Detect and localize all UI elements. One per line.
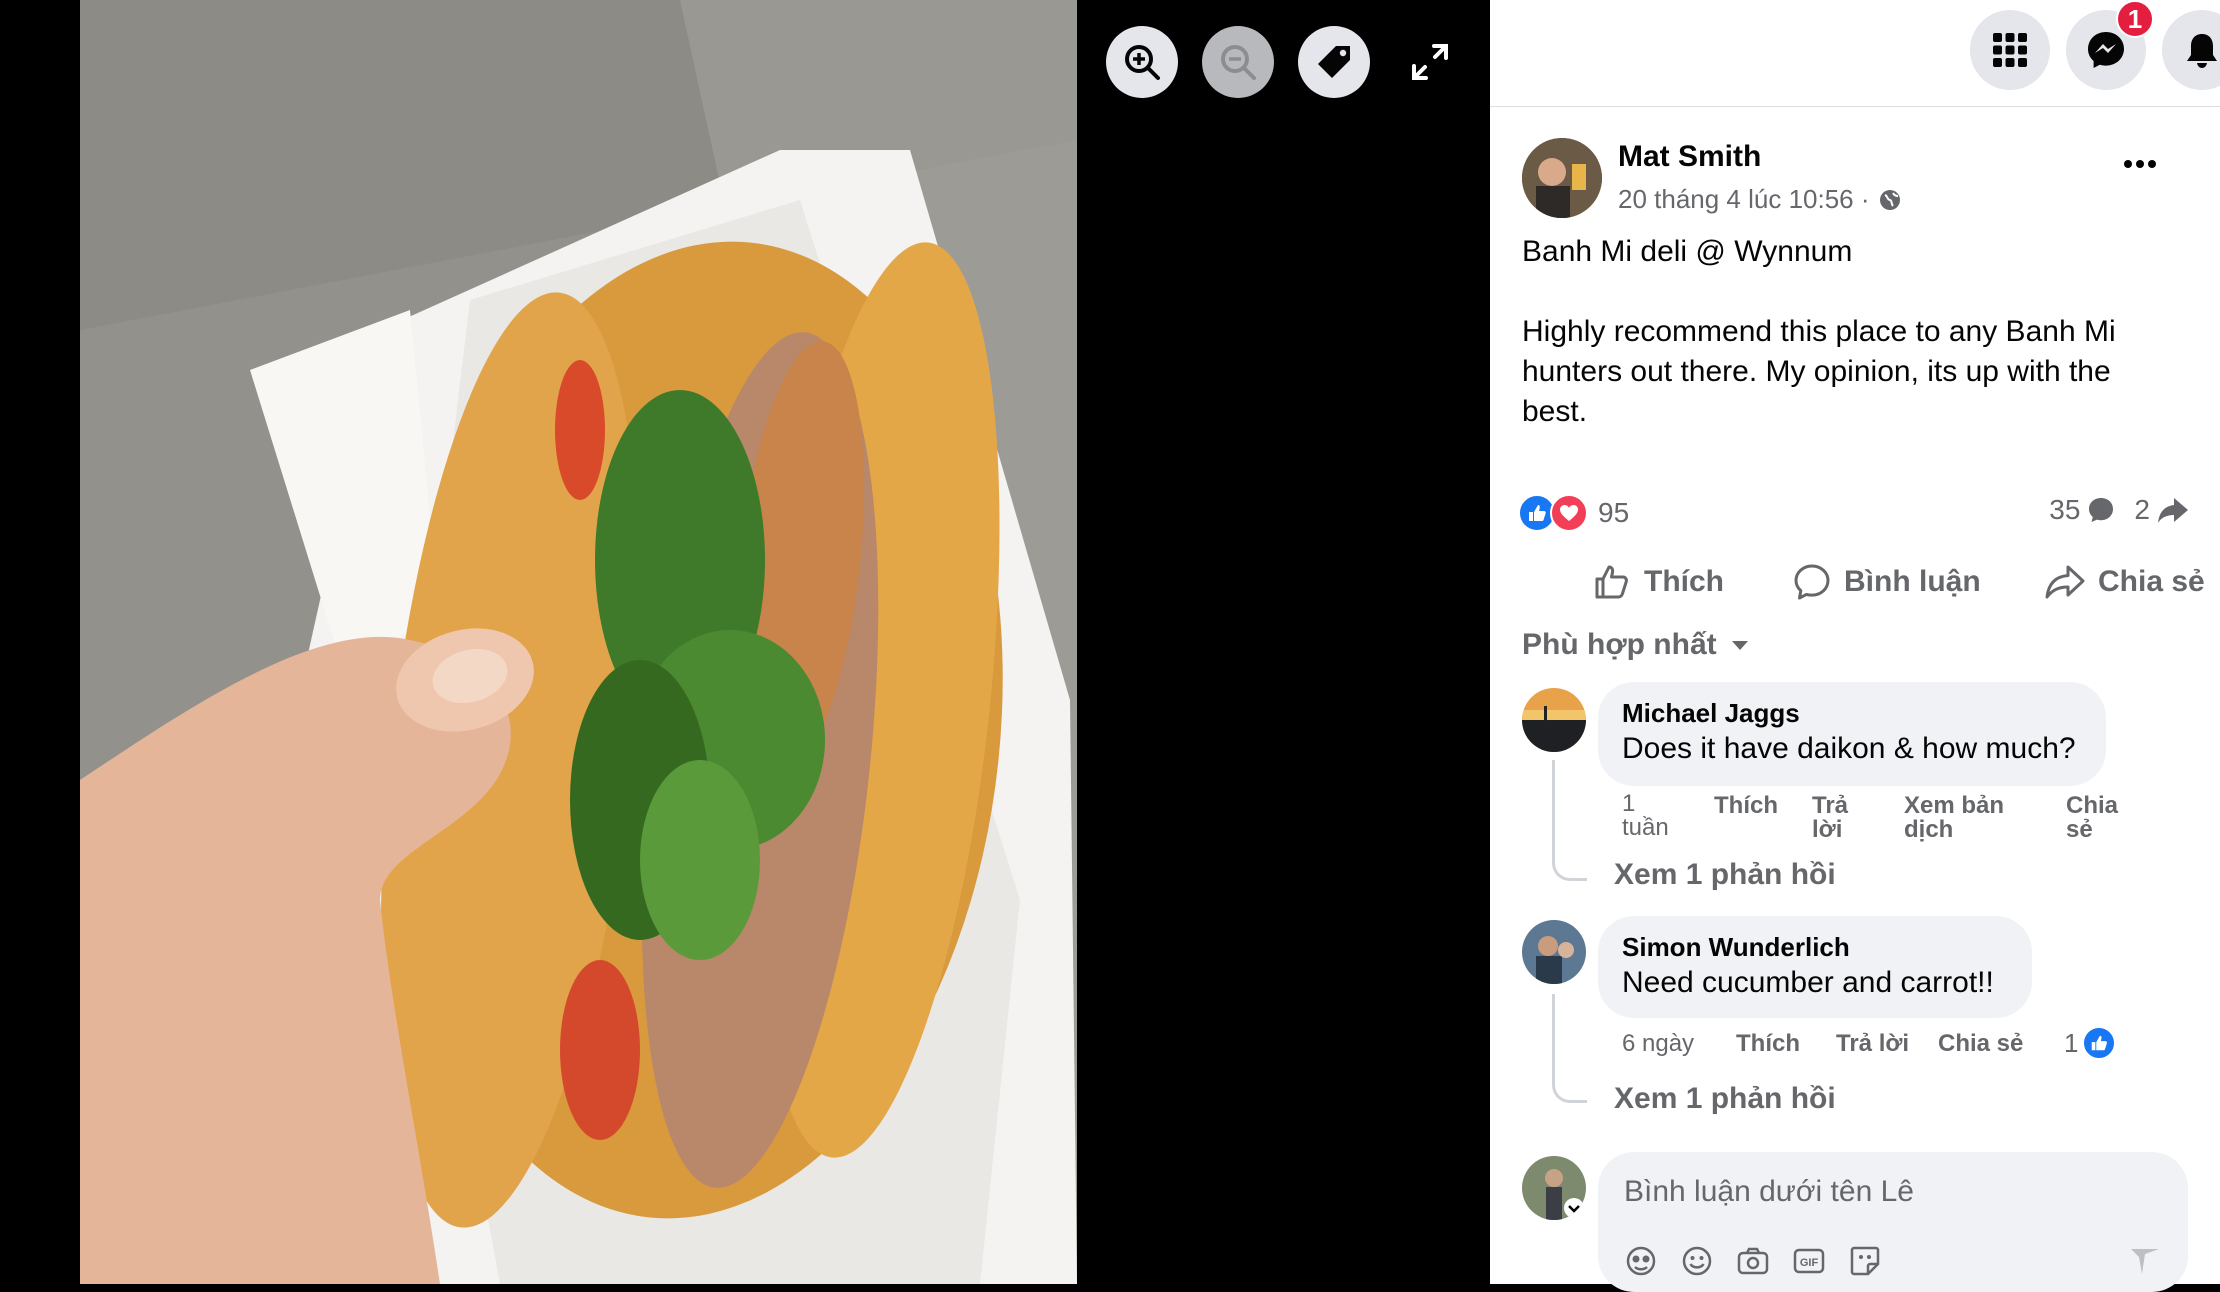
comment-count-value: 35 [2049,494,2081,525]
reply-thread-line [1552,760,1587,881]
post-body: Banh Mi deli @ Wynnum Highly recommend t… [1522,232,2182,432]
share-count-value: 2 [2134,494,2150,525]
comment-text: Does it have daikon & how much? [1622,732,2076,765]
post-timestamp: 20 tháng 4 lúc 10:56 · [1618,184,1902,215]
like-reaction-icon [2082,1026,2117,1060]
gif-icon[interactable]: GIF [1792,1244,1826,1278]
share-arrow-icon [2158,498,2188,523]
comment-composer: GIF [1598,1152,2188,1292]
tag-icon [1318,46,1350,78]
commenter-name[interactable]: Simon Wunderlich [1622,930,2008,964]
reaction-summary[interactable]: 95 [1518,494,1629,532]
send-icon[interactable] [2128,1244,2162,1278]
like-button[interactable]: Thích [1592,550,1724,614]
comment-time-line2: tuần [1622,814,1669,841]
zoom-out-icon [1221,45,1256,80]
like-button-label: Thích [1644,565,1724,598]
comment-sort-dropdown[interactable]: Phù hợp nhất [1522,628,1751,662]
comment-button[interactable]: Bình luận [1792,550,1981,614]
photo-viewer [0,0,1490,1284]
view-replies-link[interactable]: Xem 1 phản hồi [1614,858,1836,892]
commenter-avatar[interactable] [1522,688,1586,752]
tag-button[interactable] [1298,26,1370,98]
zoom-in-button[interactable] [1106,26,1178,98]
post-actions: Thích Bình luận Chia sẻ [1490,550,2220,614]
translate-link-line1: Xem bản [1904,792,2005,819]
comment-share-link[interactable]: Chia sẻ [2066,794,2118,842]
post-options-button[interactable] [2116,152,2164,176]
comment-like-count[interactable]: 1 [2064,1026,2117,1060]
post-text-line1: Banh Mi deli @ Wynnum [1522,235,1853,268]
post-time-text[interactable]: 20 tháng 4 lúc 10:56 · [1618,184,1870,215]
avatar-sticker-icon[interactable] [1624,1244,1658,1278]
comment-like-link[interactable]: Thích [1736,1032,1800,1056]
chevron-down-icon [1731,641,1748,650]
notifications-button[interactable] [2162,10,2220,90]
translate-link-line2: dịch [1904,816,1954,843]
post-text-body: Highly recommend this place to any Banh … [1522,315,2116,428]
love-reaction-icon [1550,494,1588,532]
author-avatar[interactable] [1522,138,1602,218]
comment-share-link[interactable]: Chia sẻ [1938,1032,2023,1056]
share-count[interactable]: 2 [2134,494,2190,526]
current-user-avatar[interactable] [1522,1156,1586,1220]
more-options-icon [2124,160,2156,168]
banh-mi-sandwich-photo[interactable] [80,0,1077,1284]
comment-icon [1794,564,1830,600]
share-icon [2045,565,2085,599]
top-navigation-bar: 1 [1490,0,2220,107]
svg-text:GIF: GIF [1800,1257,1819,1269]
sticker-icon[interactable] [1848,1244,1882,1278]
share-link-line2: sẻ [2066,816,2093,843]
comment-time[interactable]: 1 tuần [1622,792,1669,840]
sort-label: Phù hợp nhất [1522,628,1717,661]
share-button-label: Chia sẻ [2098,565,2205,598]
comment-count[interactable]: 35 [2049,494,2116,526]
comment-bubble: Simon Wunderlich Need cucumber and carro… [1598,916,2032,1018]
camera-icon[interactable] [1736,1244,1770,1278]
view-replies-link[interactable]: Xem 1 phản hồi [1614,1082,1836,1116]
globe-icon [1879,189,1900,210]
commenter-avatar[interactable] [1522,920,1586,984]
reaction-count: 95 [1598,497,1630,528]
comment-reply-link[interactable]: Trả lời [1812,794,1848,842]
comment-bubble-icon [2089,498,2114,522]
comment-like-count-value: 1 [2064,1027,2079,1058]
commenter-name[interactable]: Michael Jaggs [1622,696,2082,730]
photo-illustration [80,0,1077,1284]
comment-text: Need cucumber and carrot!! [1622,966,1994,999]
reply-link-line1: Trả [1812,792,1849,819]
messenger-badge: 1 [2116,0,2154,38]
menu-button[interactable] [1970,10,2050,90]
emoji-icon[interactable] [1680,1244,1714,1278]
zoom-out-button[interactable] [1202,26,1274,98]
expand-icon [1412,44,1448,80]
comment-reply-link[interactable]: Trả lời [1836,1032,1909,1056]
zoom-in-icon [1125,45,1160,80]
thumbs-up-icon [1595,565,1628,599]
bell-icon [2187,34,2217,68]
comment-time[interactable]: 6 ngày [1622,1032,1694,1056]
menu-grid-icon [1993,33,2027,67]
reply-thread-line [1552,994,1587,1103]
reply-link-line2: lời [1812,816,1843,843]
fullscreen-button[interactable] [1408,40,1452,84]
messenger-icon [2088,32,2124,68]
post-panel: 1 Mat Smith 20 tháng 4 lúc 10:56 · Banh … [1490,0,2220,1292]
comment-button-label: Bình luận [1844,565,1981,598]
comment-time-line1: 1 [1622,790,1636,817]
author-name[interactable]: Mat Smith [1618,140,1761,174]
comment-input[interactable] [1622,1170,2146,1214]
comment-like-link[interactable]: Thích [1714,794,1778,818]
comment-translate-link[interactable]: Xem bản dịch [1904,794,2004,842]
share-link-line1: Chia [2066,792,2119,819]
comment-bubble: Michael Jaggs Does it have daikon & how … [1598,682,2106,786]
share-button[interactable]: Chia sẻ [2044,550,2205,614]
post-stats: 35 2 [2049,494,2190,526]
